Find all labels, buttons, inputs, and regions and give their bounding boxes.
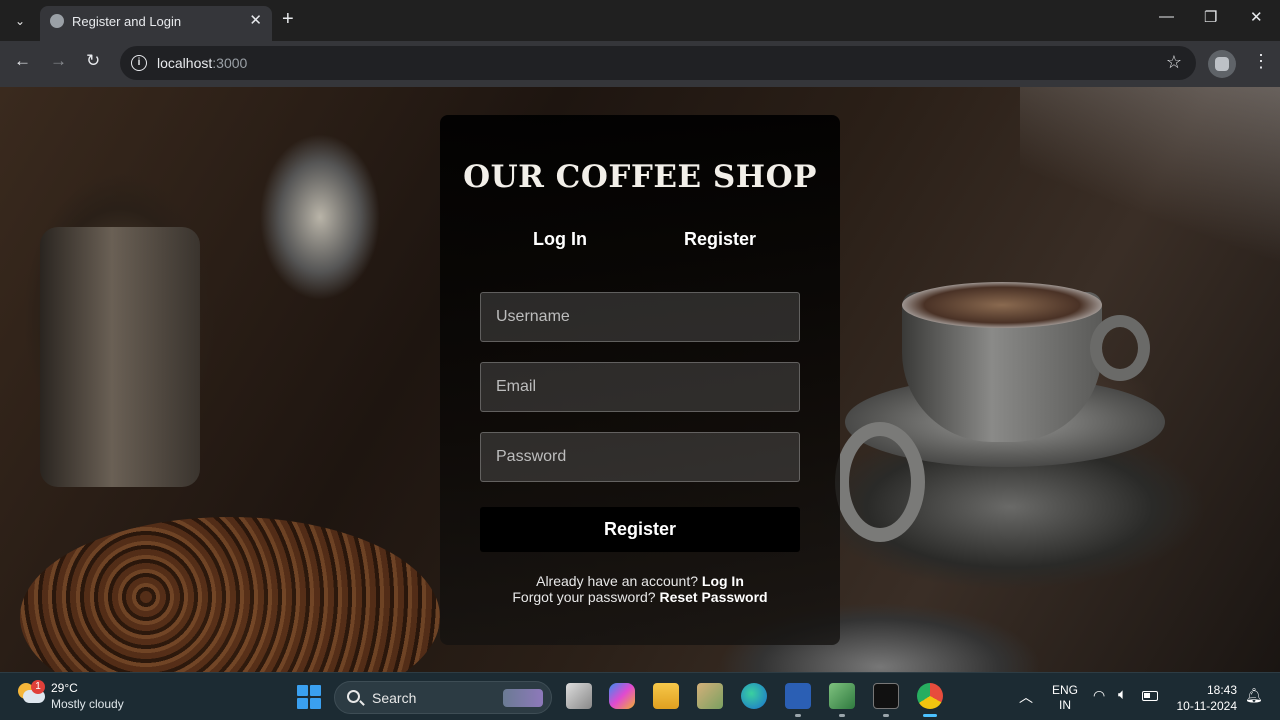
notepad-icon[interactable] [829,683,855,709]
browser-toolbar: ← → ↻ i localhost:3000 ☆ ⋮ [0,41,1280,87]
weather-temperature[interactable]: 29°C [51,681,78,695]
weather-badge: 1 [31,680,45,694]
language-indicator[interactable]: ENG IN [1052,683,1078,713]
background-coffee-beans [20,517,440,672]
page-background: OUR COFFEE SHOP Log In Register Register… [0,87,1280,672]
search-highlight-icon [503,689,543,707]
account-prompt: Already have an account? [536,573,698,589]
word-running-indicator [795,714,801,717]
browser-tab[interactable]: Register and Login ✕ [40,6,272,41]
terminal-icon[interactable] [873,683,899,709]
search-label: Search [372,690,417,706]
forward-icon[interactable]: → [50,51,67,71]
site-info-icon[interactable]: i [131,55,147,71]
word-icon[interactable] [785,683,811,709]
tab-title: Register and Login [72,14,182,29]
menu-kebab-icon[interactable]: ⋮ [1252,51,1270,72]
tab-register[interactable]: Register [684,229,756,250]
clock-date: 10-11-2024 [1176,699,1238,713]
window-close-icon[interactable]: ✕ [1250,8,1263,26]
restore-icon[interactable]: ❐ [1204,8,1217,26]
chrome-running-indicator [923,714,937,717]
page-title: OUR COFFEE SHOP [463,159,817,195]
battery-icon[interactable] [1142,691,1158,701]
package-icon[interactable] [697,683,723,709]
clock-time: 18:43 [1206,683,1237,697]
terminal-running-indicator [883,714,889,717]
username-input[interactable] [480,292,800,342]
auth-card: OUR COFFEE SHOP Log In Register Register… [440,115,840,645]
background-cup-rim [902,282,1102,328]
forgot-prompt: Forgot your password? [512,589,656,605]
new-tab-button[interactable]: + [282,8,294,30]
auth-links: Already have an account? Log In Forgot y… [440,573,840,605]
wifi-icon[interactable]: ◠ [1093,687,1105,704]
close-tab-icon[interactable]: ✕ [249,11,262,29]
url-text[interactable]: localhost:3000 [157,55,247,71]
show-hidden-icons-chevron-icon[interactable]: ︿ [1019,687,1033,707]
reset-password-link[interactable]: Reset Password [659,589,767,605]
taskbar: 1 29°C Mostly cloudy Search ︿ ENG IN ◠ 🔈… [0,672,1280,720]
windows-start-icon[interactable] [297,685,321,709]
weather-condition[interactable]: Mostly cloudy [51,697,124,711]
file-explorer-icon[interactable] [566,683,592,709]
register-button[interactable]: Register [480,507,800,552]
profile-avatar[interactable] [1208,50,1236,78]
background-cup-handle [1090,315,1150,381]
minimize-icon[interactable]: — [1159,8,1174,25]
chrome-icon[interactable] [917,683,943,709]
tab-login[interactable]: Log In [533,229,587,250]
volume-icon[interactable]: 🔈︎ [1118,686,1127,703]
search-icon [347,690,360,703]
clock[interactable]: 18:43 10-11-2024 [1175,682,1238,714]
back-icon[interactable]: ← [14,51,31,71]
taskbar-search[interactable]: Search [334,681,552,714]
bookmark-star-icon[interactable]: ☆ [1166,52,1182,73]
copilot-icon[interactable] [609,683,635,709]
tab-search-dropdown-icon[interactable]: ⌄ [8,9,32,33]
globe-icon [50,14,64,28]
password-input[interactable] [480,432,800,482]
edge-icon[interactable] [741,683,767,709]
reload-icon[interactable]: ↻ [86,51,100,71]
browser-tab-bar: ⌄ Register and Login ✕ + — ❐ ✕ [0,0,1280,41]
email-input[interactable] [480,362,800,412]
address-bar[interactable]: i localhost:3000 ☆ [120,46,1196,80]
notepad-running-indicator [839,714,845,717]
login-link[interactable]: Log In [702,573,744,589]
background-jar [40,227,200,487]
folder-icon[interactable] [653,683,679,709]
background-cup-handle-2 [835,422,925,542]
notification-bell-icon[interactable]: 🔔︎ [1245,687,1263,704]
